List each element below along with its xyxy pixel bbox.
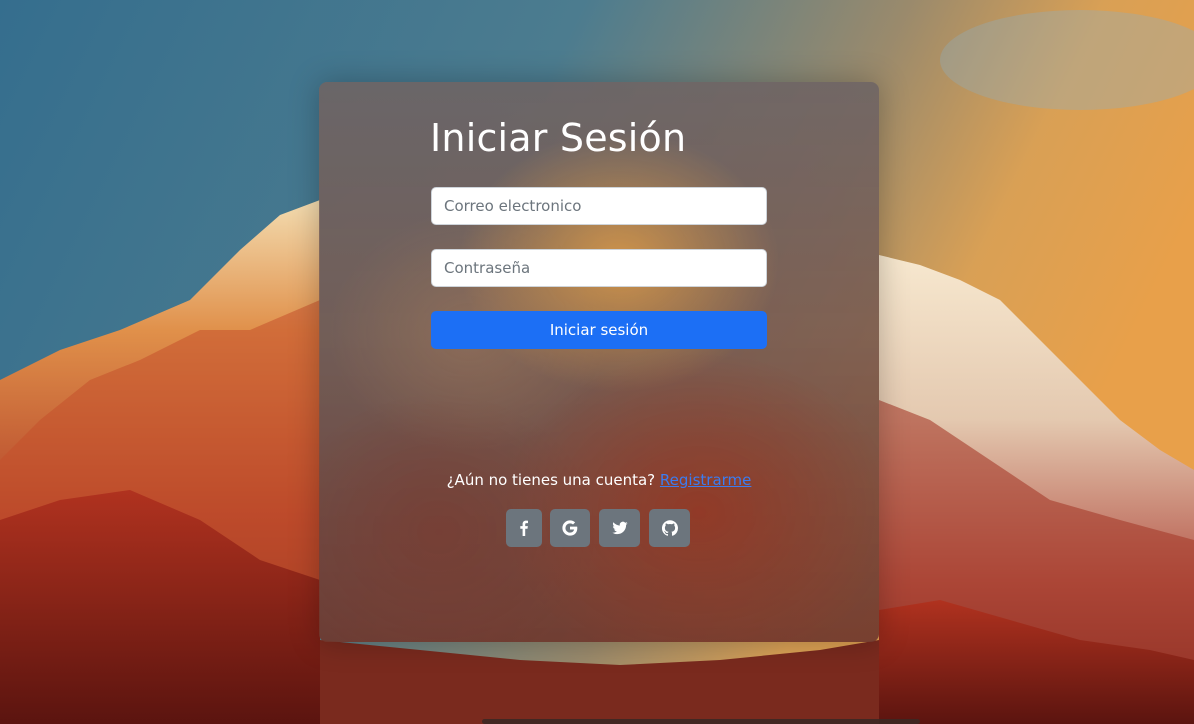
google-icon	[562, 520, 578, 536]
github-login-button[interactable]	[649, 509, 690, 547]
google-login-button[interactable]	[550, 509, 590, 547]
login-card: Iniciar Sesión Iniciar sesión ¿Aún no ti…	[319, 82, 879, 642]
register-prompt: ¿Aún no tienes una cuenta? Registrarme	[319, 471, 879, 489]
login-button[interactable]: Iniciar sesión	[431, 311, 767, 349]
facebook-icon	[520, 520, 528, 536]
twitter-login-button[interactable]	[599, 509, 640, 547]
login-title: Iniciar Sesión	[430, 116, 687, 160]
password-field[interactable]	[431, 249, 767, 287]
horizontal-scrollbar[interactable]	[482, 719, 920, 724]
email-field[interactable]	[431, 187, 767, 225]
twitter-icon	[611, 521, 628, 535]
facebook-login-button[interactable]	[506, 509, 542, 547]
register-prompt-text: ¿Aún no tienes una cuenta?	[446, 471, 660, 489]
register-link[interactable]: Registrarme	[660, 471, 751, 489]
github-icon	[661, 520, 678, 536]
